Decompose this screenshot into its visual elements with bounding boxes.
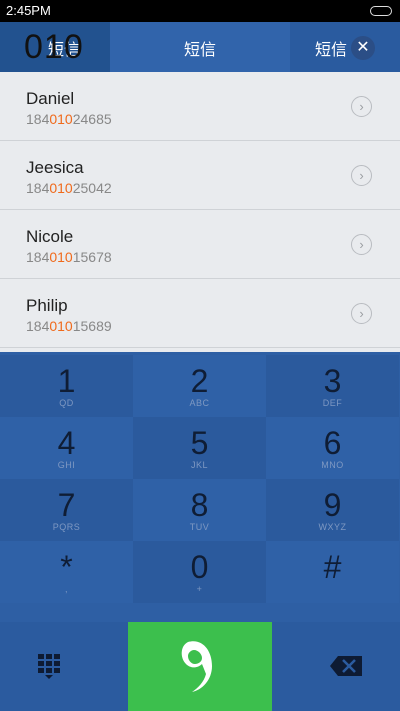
key-letters: +	[196, 584, 203, 594]
dialed-number: 010	[24, 28, 84, 66]
key-digit: *	[60, 549, 73, 585]
key-7[interactable]: 7 PQRS	[0, 479, 133, 541]
contact-number: 18401024685	[26, 111, 112, 127]
key-letters: JKL	[190, 460, 208, 470]
key-letters: DEF	[322, 398, 343, 408]
contact-suggestion-list: Daniel 18401024685 › Jeesica 18401025042…	[0, 72, 400, 352]
battery-icon	[370, 6, 392, 16]
key-digit: #	[323, 549, 342, 585]
key-3[interactable]: 3 DEF	[266, 355, 399, 417]
key-9[interactable]: 9 WXYZ	[266, 479, 399, 541]
contact-name: Daniel	[26, 89, 75, 108]
contact-name: Jeesica	[26, 158, 84, 177]
key-digit: 8	[190, 487, 209, 523]
key-letters: ABC	[189, 398, 210, 408]
backspace-icon	[330, 656, 362, 676]
key-letters: PQRS	[52, 522, 81, 532]
dial-keypad: 1 QD 2 ABC 3 DEF 4 GHI 5 JKL 6 MNO 7 PQR…	[0, 352, 400, 622]
top-bar: 短信 短信 短信 010 ✕	[0, 22, 400, 72]
tab-sms-3-label: 短信	[315, 42, 348, 59]
key-digit: 9	[323, 487, 342, 523]
key-1[interactable]: 1 QD	[0, 355, 133, 417]
status-bar: 2:45PM	[0, 0, 400, 22]
key-letters: GHI	[57, 460, 76, 470]
key-digit: 0	[190, 549, 209, 585]
key-digit: 4	[57, 425, 76, 461]
key-hash[interactable]: #	[266, 541, 399, 603]
dialer-action-bar	[0, 622, 400, 711]
dialpad-grid-icon	[38, 654, 60, 679]
key-digit: 7	[57, 487, 76, 523]
key-digit: 2	[190, 363, 209, 399]
clear-icon[interactable]: ✕	[351, 36, 375, 60]
contact-item[interactable]: Daniel 18401024685 ›	[0, 72, 400, 141]
key-star[interactable]: * ,	[0, 541, 133, 603]
status-time: 2:45PM	[6, 3, 51, 18]
key-8[interactable]: 8 TUV	[133, 479, 266, 541]
chevron-right-icon[interactable]: ›	[351, 96, 372, 117]
contact-number: 18401015678	[26, 249, 112, 265]
contact-item[interactable]: Nicole 18401015678 ›	[0, 210, 400, 279]
key-digit: 3	[323, 363, 342, 399]
chevron-right-icon[interactable]: ›	[351, 234, 372, 255]
key-letters: MNO	[321, 460, 344, 470]
key-4[interactable]: 4 GHI	[0, 417, 133, 479]
call-icon	[181, 641, 212, 692]
key-2[interactable]: 2 ABC	[133, 355, 266, 417]
contact-name: Philip	[26, 296, 68, 315]
key-5[interactable]: 5 JKL	[133, 417, 266, 479]
chevron-right-icon[interactable]: ›	[351, 303, 372, 324]
call-button[interactable]	[128, 622, 272, 711]
chevron-right-icon[interactable]: ›	[351, 165, 372, 186]
dialpad-toggle-button[interactable]	[0, 622, 128, 711]
contact-number: 18401025042	[26, 180, 112, 196]
backspace-button[interactable]	[272, 622, 400, 711]
contact-item[interactable]: Philip 18401015689 ›	[0, 279, 400, 348]
key-6[interactable]: 6 MNO	[266, 417, 399, 479]
key-letters: WXYZ	[318, 522, 347, 532]
contact-number: 18401015689	[26, 318, 112, 334]
key-letters: ,	[64, 584, 68, 594]
key-digit: 1	[57, 363, 76, 399]
key-0[interactable]: 0 +	[133, 541, 266, 603]
key-digit: 5	[190, 425, 209, 461]
contact-item[interactable]: Jeesica 18401025042 ›	[0, 141, 400, 210]
key-letters: QD	[59, 398, 74, 408]
contact-name: Nicole	[26, 227, 74, 246]
key-letters: TUV	[189, 522, 210, 532]
tab-sms-2-label: 短信	[184, 42, 217, 59]
key-digit: 6	[323, 425, 342, 461]
